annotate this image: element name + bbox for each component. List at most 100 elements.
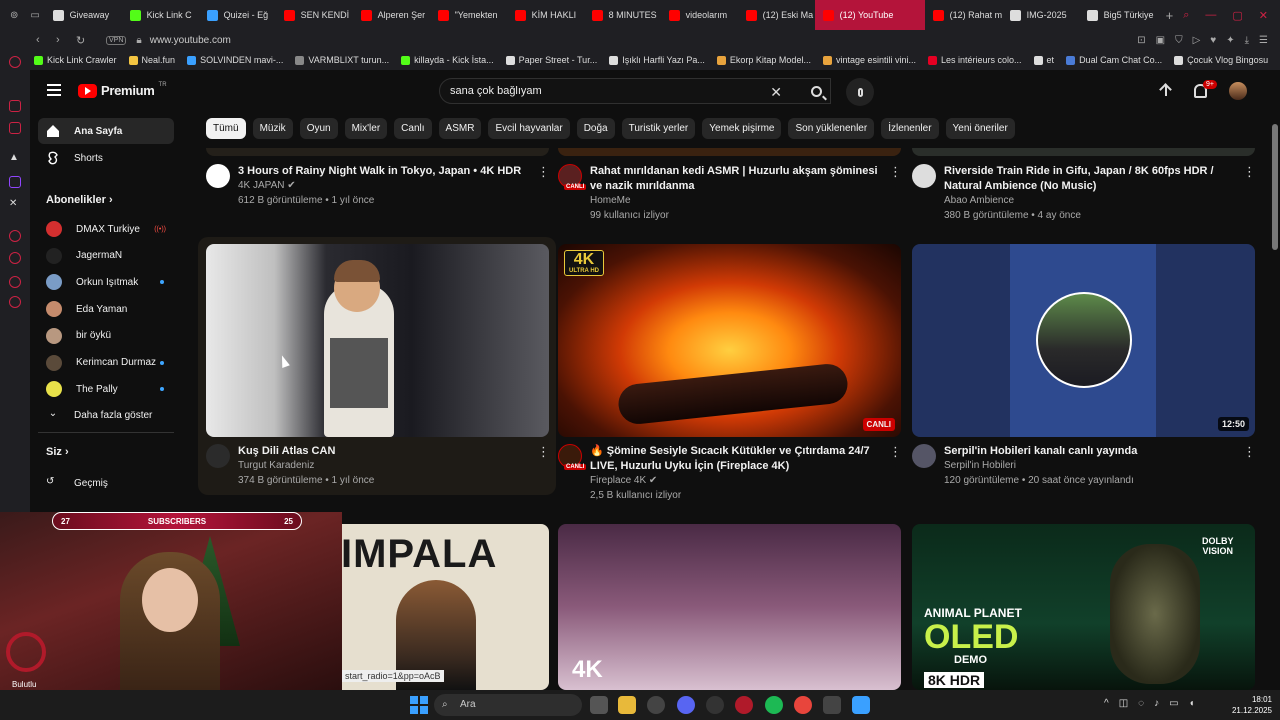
tray-network-icon[interactable]: ▭ <box>1169 698 1178 709</box>
channel-avatar[interactable] <box>206 444 230 468</box>
x-icon[interactable]: ✕ <box>9 198 21 210</box>
video-thumbnail[interactable]: ANIMAL PLANET OLED DEMO 8K HDR DOLBY VISI… <box>912 524 1255 690</box>
spotify-icon[interactable] <box>765 696 783 714</box>
you-header[interactable]: Siz › <box>46 446 69 458</box>
video-title[interactable]: Serpil'in Hobileri kanalı canlı yayında <box>944 444 1236 459</box>
video-title[interactable]: 3 Hours of Rainy Night Walk in Tokyo, Ja… <box>238 164 530 179</box>
settings-rail-icon[interactable] <box>9 296 21 308</box>
sidebar-item-channel[interactable]: JagermaN <box>38 243 174 269</box>
browser-tab[interactable]: "Yemekten <box>430 0 507 30</box>
bookmark-item[interactable]: vintage esintili vini... <box>822 55 916 65</box>
history-rail-icon[interactable] <box>9 252 21 264</box>
task-view-icon[interactable] <box>590 696 608 714</box>
easy-setup-icon[interactable]: ☰ <box>1259 35 1268 46</box>
downloads-icon[interactable]: ⤓ <box>1245 35 1249 46</box>
channel-avatar[interactable]: CANLI <box>558 444 587 470</box>
channel-name[interactable]: Serpil'in Hobileri <box>944 460 1016 471</box>
filter-chip[interactable]: Oyun <box>299 118 338 139</box>
filter-chip[interactable]: Mix'ler <box>344 118 388 139</box>
browser-tab[interactable]: Kick Link C <box>122 0 199 30</box>
browser-tab[interactable]: 8 MINUTES <box>584 0 661 30</box>
messenger-icon[interactable] <box>9 100 21 112</box>
player-icon[interactable]: ▷ <box>1193 35 1201 46</box>
start-button[interactable] <box>410 696 428 714</box>
channel-name[interactable]: Turgut Karadeniz <box>238 460 314 471</box>
filter-chip[interactable]: Evcil hayvanlar <box>488 118 570 139</box>
browser-tab[interactable]: (12) Rahat m <box>925 0 1002 30</box>
url-field[interactable]: www.youtube.com <box>150 35 231 46</box>
browser-tab[interactable]: Giveaway <box>45 0 122 30</box>
reload-button[interactable]: ↻ <box>76 34 96 47</box>
aria-icon[interactable] <box>9 56 21 68</box>
video-thumbnail[interactable]: 4K ULTRA HD CANLI <box>558 244 901 437</box>
chrome-icon[interactable] <box>794 696 812 714</box>
voice-search-button[interactable] <box>846 78 874 106</box>
video-title[interactable]: 🔥 Şömine Sesiyle Sıcacık Kütükler ve Çıt… <box>590 444 882 474</box>
bookmark-item[interactable]: Çocuk Vlog Bingosu <box>1174 55 1268 65</box>
bookmark-item[interactable]: VARMBLIXT turun... <box>295 55 389 65</box>
video-card[interactable]: CANLI Rahat mırıldanan kedi ASMR | Huzur… <box>558 164 902 224</box>
sidebar-item-home[interactable]: Ana Sayfa <box>38 118 174 144</box>
more-options-icon[interactable]: ⋮ <box>537 444 550 460</box>
browser-tab[interactable]: (12) YouTube <box>814 0 925 30</box>
subscriptions-header[interactable]: Abonelikler › <box>46 194 113 206</box>
clear-search-icon[interactable]: ✕ <box>770 84 782 101</box>
browser-tab[interactable]: (12) Eski Ma <box>738 0 815 30</box>
sidebar-item-channel[interactable]: Kerimcan Durmaz <box>38 350 174 376</box>
video-title[interactable]: Rahat mırıldanan kedi ASMR | Huzurlu akş… <box>590 164 882 194</box>
video-card[interactable]: 3 Hours of Rainy Night Walk in Tokyo, Ja… <box>206 164 550 224</box>
youtube-premium-logo[interactable]: Premium TR <box>78 82 167 98</box>
show-more-button[interactable]: ⌄ Daha fazla göster <box>38 402 174 428</box>
video-thumbnail[interactable]: 12:50 <box>912 244 1255 437</box>
bookmark-item[interactable]: Ekorp Kitap Model... <box>716 55 811 65</box>
channel-avatar[interactable] <box>912 444 936 468</box>
browser-tab[interactable]: IMG-2025 <box>1002 0 1079 30</box>
upload-icon[interactable] <box>1160 84 1172 98</box>
filter-chip[interactable]: Yeni öneriler <box>945 118 1015 139</box>
channel-avatar[interactable] <box>206 164 230 188</box>
tray-overflow-icon[interactable]: ^ <box>1104 698 1109 709</box>
sidebar-item-channel[interactable]: Orkun Işıtmak <box>38 269 174 295</box>
video-title[interactable]: Riverside Train Ride in Gifu, Japan / 8K… <box>944 164 1236 194</box>
channel-name[interactable]: Fireplace 4K ✔ <box>590 475 657 486</box>
taskbar-clock[interactable]: 18:01 21.12.2025 <box>1226 694 1272 716</box>
forward-button[interactable]: › <box>56 34 76 46</box>
minimize-button[interactable]: — <box>1205 9 1216 22</box>
bookmark-item[interactable]: killayda - Kick İsta... <box>401 55 494 65</box>
sidebar-item-history[interactable]: ↺ Geçmiş <box>38 470 174 496</box>
sidebar-item-shorts[interactable]: Shorts <box>38 145 174 171</box>
account-avatar[interactable] <box>1229 82 1247 100</box>
vpn-badge[interactable]: VPN <box>106 35 127 45</box>
channel-name[interactable]: HomeMe <box>590 195 631 206</box>
notifications-icon[interactable]: 9+ <box>1194 80 1217 98</box>
bookmark-item[interactable]: Işıklı Harfli Yazı Pa... <box>609 55 705 65</box>
channel-avatar[interactable] <box>912 164 936 188</box>
bookmark-item[interactable]: Les intérieurs colo... <box>928 55 1022 65</box>
obs-icon[interactable] <box>647 696 665 714</box>
more-options-icon[interactable]: ⋮ <box>1243 444 1256 460</box>
video-thumbnail[interactable]: 4K <box>558 524 901 690</box>
search-button[interactable] <box>798 78 834 104</box>
shield-icon[interactable]: ⛉ <box>1175 35 1183 46</box>
browser-tab[interactable]: SEN KENDİ <box>276 0 353 30</box>
filter-chip[interactable]: ASMR <box>438 118 482 139</box>
filter-chip[interactable]: Müzik <box>252 118 293 139</box>
video-card[interactable]: Serpil'in Hobileri kanalı canlı yayında … <box>912 444 1256 504</box>
bookmark-item[interactable]: Dual Cam Chat Co... <box>1066 55 1162 65</box>
browser-tab[interactable]: videolarım <box>661 0 738 30</box>
menu-icon[interactable] <box>47 84 61 96</box>
tray-app-icon[interactable]: ◌ <box>1138 698 1144 709</box>
taskbar-search[interactable]: ⌕ Ara <box>434 694 582 716</box>
filter-chip[interactable]: Turistik yerler <box>621 118 696 139</box>
filter-chip[interactable]: İzlenenler <box>881 118 939 139</box>
sidebar-item-channel[interactable]: Eda Yaman <box>38 296 174 322</box>
discord-icon[interactable] <box>677 696 695 714</box>
file-explorer-icon[interactable] <box>618 696 636 714</box>
search-tabs-icon[interactable]: ⌕ <box>1183 9 1189 22</box>
bookmark-item[interactable]: Kick Link Crawler <box>34 55 117 65</box>
twitch-icon[interactable] <box>9 176 21 188</box>
video-thumbnail[interactable] <box>206 244 549 437</box>
bookmark-item[interactable]: Paper Street - Tur... <box>505 55 597 65</box>
filter-chip[interactable]: Yemek pişirme <box>702 118 782 139</box>
filter-chip[interactable]: Canlı <box>394 118 432 139</box>
